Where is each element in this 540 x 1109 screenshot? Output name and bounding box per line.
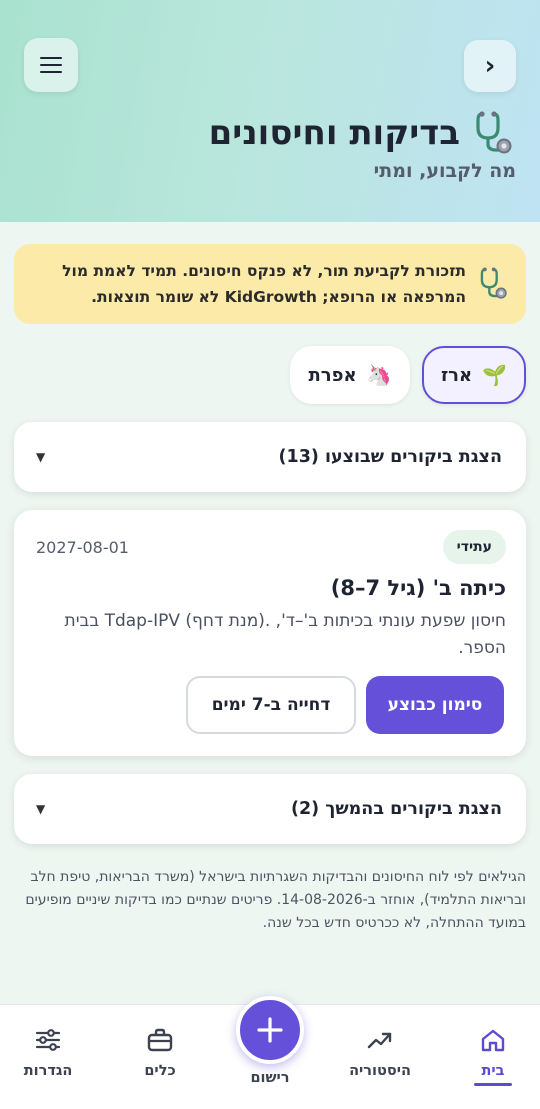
chevron-down-icon: ▼ <box>36 450 46 464</box>
done-visits-toggle[interactable]: הצגת ביקורים שבוצעו (13) ▼ <box>14 422 526 492</box>
visit-description: חיסון שפעת עונתי בכיתות ב'–ד', .(מנת דחף… <box>64 611 506 658</box>
nav-home[interactable]: בית <box>443 1005 540 1105</box>
seedling-icon: 🌱 <box>482 363 508 387</box>
plus-icon <box>257 1017 283 1043</box>
stethoscope-icon <box>470 108 516 158</box>
nav-tools-label: כלים <box>144 1063 176 1079</box>
nav-record-label: רישום <box>250 1070 290 1086</box>
nav-history[interactable]: היסטוריה <box>330 1005 430 1105</box>
unicorn-icon: 🦄 <box>366 363 392 387</box>
active-indicator <box>474 1083 512 1086</box>
nav-settings-label: הגדרות <box>23 1063 73 1079</box>
kid-name: ארז <box>440 364 473 386</box>
footnote: הגילאים לפי לוח החיסונים והבדיקות השגרתי… <box>25 869 526 931</box>
mark-done-button[interactable]: סימון כבוצע <box>366 676 504 734</box>
stethoscope-icon <box>476 262 510 306</box>
reminder-notice: תזכורת לקביעת תור, לא פנקס חיסונים. תמיד… <box>14 244 526 324</box>
page-title: בדיקות וחיסונים <box>208 113 460 153</box>
page-subtitle: מה לקבוע, ומתי <box>373 160 516 182</box>
sliders-icon <box>35 1025 61 1055</box>
briefcase-icon <box>147 1025 173 1055</box>
done-visits-label: הצגת ביקורים שבוצעו (13) <box>278 447 502 467</box>
later-visits-toggle[interactable]: הצגת ביקורים בהמשך (2) ▼ <box>14 774 526 844</box>
trending-up-icon <box>367 1025 393 1055</box>
status-badge: עתידי <box>442 530 506 564</box>
visit-card: עתידי 2027-08-01 כיתה ב' (גיל 7–8) חיסון… <box>14 510 526 756</box>
hamburger-menu-icon <box>40 52 62 78</box>
postpone-button[interactable]: דחייה ב-7 ימים <box>186 676 356 734</box>
visit-title: כיתה ב' (גיל 7–8) <box>330 576 506 600</box>
kid-chip-erez[interactable]: 🌱 ארז <box>422 346 526 404</box>
nav-settings[interactable]: הגדרות <box>0 1005 98 1105</box>
page-header: ‹ בדיקות וחיסונים מה לקבוע, ומתי <box>0 0 540 222</box>
notice-text: תזכורת לקביעת תור, לא פנקס חיסונים. תמיד… <box>62 262 466 306</box>
menu-button[interactable] <box>24 38 78 92</box>
title-row: בדיקות וחיסונים <box>209 108 516 158</box>
back-button[interactable]: ‹ <box>464 40 516 92</box>
visit-date: 2027-08-01 <box>36 538 129 557</box>
nav-home-label: בית <box>481 1063 505 1079</box>
home-icon <box>480 1025 506 1055</box>
kid-name: אפרת <box>308 364 357 386</box>
nav-tools[interactable]: כלים <box>110 1005 210 1105</box>
kid-chip-efrat[interactable]: 🦄 אפרת <box>290 346 410 404</box>
chevron-left-icon: ‹ <box>484 51 496 81</box>
app-screen: ‹ בדיקות וחיסונים מה לקבוע, ומתי תזכורת … <box>0 0 540 1109</box>
chevron-down-icon: ▼ <box>36 802 46 816</box>
nav-history-label: היסטוריה <box>349 1063 411 1079</box>
add-record-button[interactable] <box>236 996 304 1064</box>
later-visits-label: הצגת ביקורים בהמשך (2) <box>290 799 502 819</box>
